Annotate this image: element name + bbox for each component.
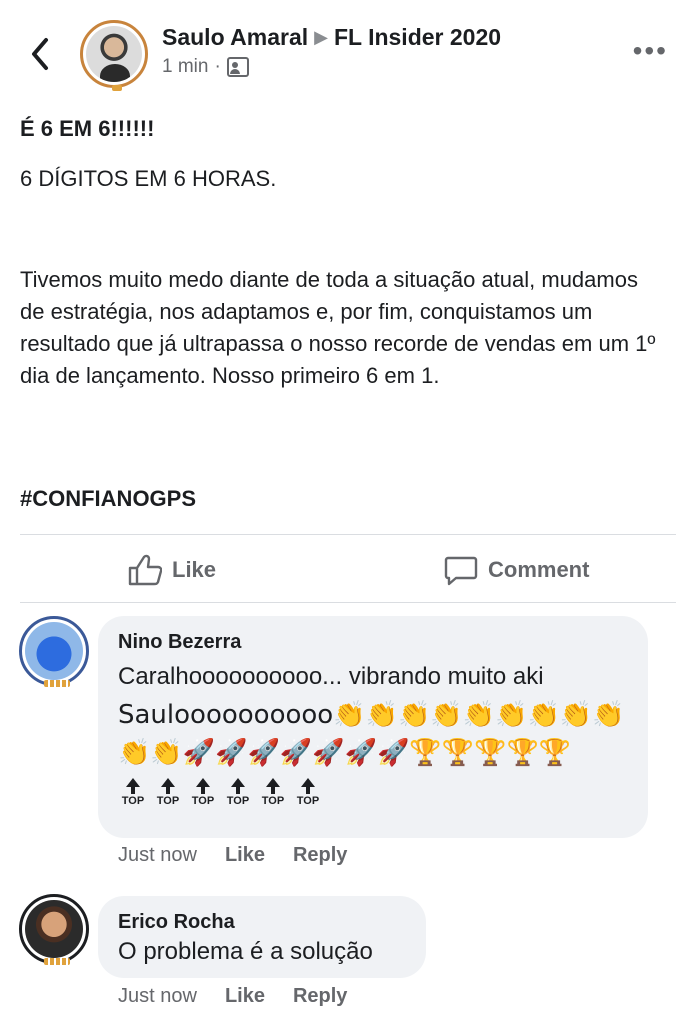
comment-bubble-icon <box>444 556 478 586</box>
more-options-icon[interactable]: ••• <box>633 37 668 65</box>
comment-label: Comment <box>488 557 590 582</box>
top-badge: TOP <box>188 778 218 808</box>
author-name[interactable]: Saulo Amaral <box>162 24 308 50</box>
comment-button[interactable]: Comment <box>444 548 589 592</box>
comment-bubble: Nino Bezerra Caralhoooooooooo... vibrand… <box>98 616 648 838</box>
post-title: É 6 EM 6!!!!!! <box>20 116 155 141</box>
comment-meta: Just now Like Reply <box>118 985 347 1008</box>
post-time[interactable]: 1 min <box>162 56 208 78</box>
post-body: Tivemos muito medo diante de toda a situ… <box>20 267 656 388</box>
comment-time[interactable]: Just now <box>118 985 197 1008</box>
avatar-badge <box>44 958 70 965</box>
commenter-name[interactable]: Erico Rocha <box>118 910 406 934</box>
divider-top <box>20 534 676 535</box>
back-arrow-icon[interactable] <box>26 36 56 72</box>
top-badge: TOP <box>153 778 183 808</box>
comment-text: O problema é a solução <box>118 938 373 965</box>
top-badges: TOP TOP TOP TOP TOP TOP <box>118 778 628 808</box>
comment-reply-button[interactable]: Reply <box>293 844 347 867</box>
like-button[interactable]: Like <box>128 548 216 592</box>
comment-reply-button[interactable]: Reply <box>293 985 347 1008</box>
like-label: Like <box>172 557 217 582</box>
comment-like-button[interactable]: Like <box>225 844 265 867</box>
comment-text-line2: Sauloooooooooo👏👏👏👏👏👏👏👏👏 <box>118 700 625 730</box>
comment-time[interactable]: Just now <box>118 844 197 867</box>
divider-bottom <box>20 602 676 603</box>
avatar-badge <box>44 680 70 687</box>
triangle-right-icon: ▶ <box>314 27 328 47</box>
avatar-badge <box>112 85 122 91</box>
commenter-photo <box>25 900 83 958</box>
commenter-avatar[interactable] <box>19 616 89 687</box>
meta-separator: · <box>214 56 221 77</box>
group-privacy-icon <box>226 57 249 77</box>
post-meta: 1 min · <box>162 56 249 78</box>
commenter-photo <box>25 622 83 680</box>
comment-like-button[interactable]: Like <box>225 985 265 1008</box>
commenter-name[interactable]: Nino Bezerra <box>118 630 628 654</box>
comment-bubble: Erico Rocha O problema é a solução <box>98 896 426 978</box>
top-badge: TOP <box>118 778 148 808</box>
top-badge: TOP <box>223 778 253 808</box>
post-hashtag[interactable]: #CONFIANOGPS <box>20 486 196 512</box>
thumbs-up-icon <box>128 554 162 586</box>
comment-text: Caralhoooooooooo... vibrando muito aki <box>118 663 544 690</box>
author-photo <box>86 26 142 82</box>
author-avatar[interactable] <box>80 20 148 91</box>
comment-meta: Just now Like Reply <box>118 844 347 867</box>
group-name[interactable]: FL Insider 2020 <box>334 24 501 50</box>
post-subtitle: 6 DÍGITOS EM 6 HORAS. <box>20 166 277 191</box>
author-line: Saulo Amaral ▶ FL Insider 2020 <box>162 24 501 51</box>
comment-emoji-line: 👏👏🚀🚀🚀🚀🚀🚀🚀🏆🏆🏆🏆🏆 <box>118 738 572 768</box>
post-header: Saulo Amaral ▶ FL Insider 2020 1 min · ••• <box>0 0 696 100</box>
top-badge: TOP <box>293 778 323 808</box>
top-badge: TOP <box>258 778 288 808</box>
commenter-avatar[interactable] <box>19 894 89 965</box>
